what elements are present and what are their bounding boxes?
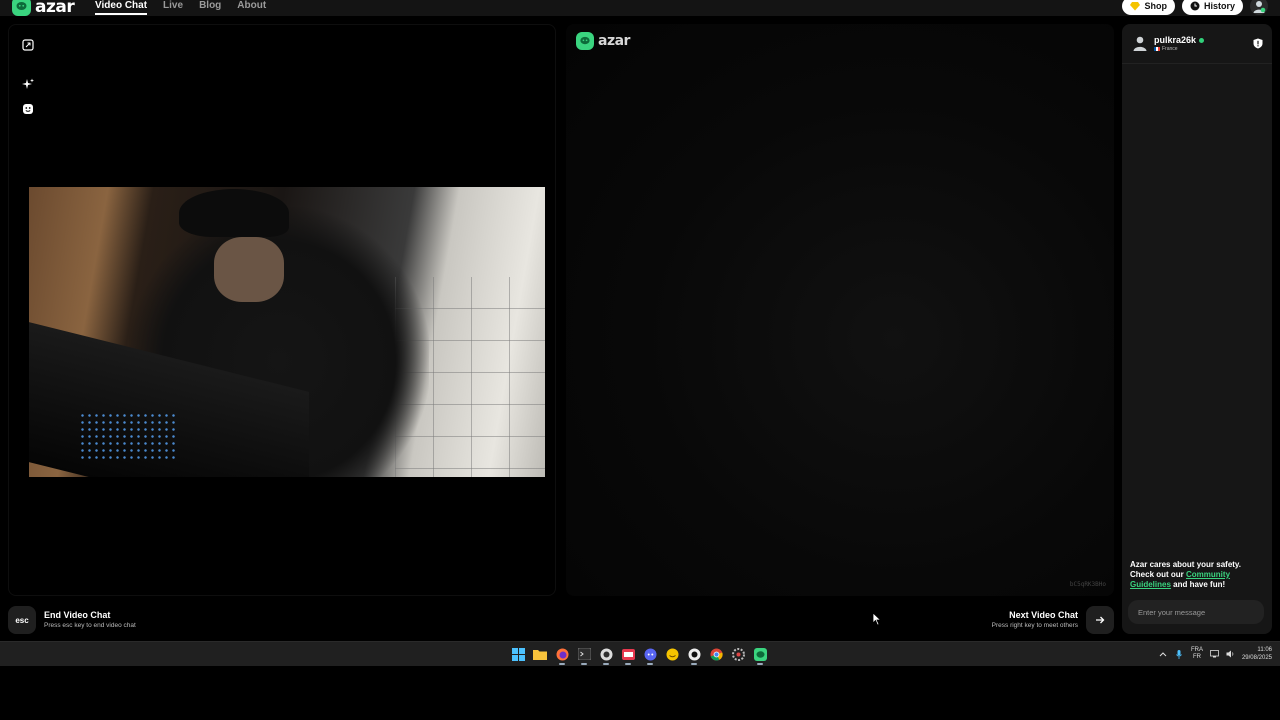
user-avatar-icon [1253,1,1266,13]
top-navigation-bar: azar Video Chat Live Blog About Shop His… [0,0,1280,16]
safety-notice-line3: and have fun! [1170,580,1226,589]
top-actions: Shop History [1122,0,1268,15]
language-code: FRA [1190,647,1203,653]
end-chat-hint: Press esc key to end video chat [44,622,136,629]
partner-avatar-icon[interactable] [1132,34,1148,52]
safety-notice: Azar cares about your safety. Check out … [1130,560,1266,590]
system-clock[interactable]: 11:06 29/08/2025 [1242,646,1272,662]
clock-icon [1190,1,1200,11]
chrome-icon[interactable] [709,647,723,661]
next-chat-hint: Press right key to meet others [991,622,1078,629]
safety-notice-line1: Azar cares about your safety. [1130,560,1242,569]
next-chat-title: Next Video Chat [1009,610,1078,620]
fullscreen-icon[interactable] [21,38,35,52]
end-chat-info: End Video Chat Press esc key to end vide… [44,610,136,630]
camera-keyboard-lights [79,412,179,462]
chevron-up-icon[interactable] [1159,650,1168,659]
partner-video-panel: azar bC5qRK3BHo [566,24,1114,596]
streaming-app-icon[interactable] [687,647,701,665]
network-icon[interactable] [1210,650,1219,659]
clock-date: 29/08/2025 [1241,655,1272,661]
terminal-icon[interactable] [577,647,591,665]
partner-country-row: France [1154,46,1204,52]
firefox-icon[interactable] [555,647,569,665]
shop-button[interactable]: Shop [1122,0,1175,15]
obs-icon[interactable] [599,647,613,665]
taskbar-apps [511,647,767,665]
face-filter-icon[interactable] [21,102,35,116]
end-chat-title: End Video Chat [44,610,111,620]
azar-logo-icon [12,0,31,16]
nav-live[interactable]: Live [163,0,183,15]
effects-sparkle-icon[interactable] [21,77,35,91]
chat-header: pulkra26k France [1122,24,1272,64]
shop-label: Shop [1144,1,1167,11]
partner-info: pulkra26k France [1154,35,1205,52]
session-id: bC5qRK3BHo [1069,581,1106,588]
mouse-cursor-icon [872,612,882,626]
profile-avatar-button[interactable] [1250,0,1268,15]
nav-about[interactable]: About [237,0,266,15]
partner-video-logo: azar [576,32,630,50]
next-chat-info: Next Video Chat Press right key to meet … [992,610,1078,630]
camera-face [214,237,284,302]
nav-blog[interactable]: Blog [199,0,221,15]
windows-taskbar: FRA FR 11:06 29/08/2025 [0,641,1280,666]
history-button[interactable]: History [1181,0,1243,15]
next-chat-button[interactable] [1086,606,1114,634]
partner-name-row: pulkra26k [1154,35,1205,45]
history-label: History [1203,1,1235,11]
safety-notice-line2: Check out our [1130,570,1187,579]
nav-video-chat[interactable]: Video Chat [95,0,148,15]
report-shield-icon[interactable] [1252,37,1264,49]
main-nav: Video Chat Live Blog About [95,0,266,15]
self-camera-feed [29,187,545,477]
azar-logo[interactable]: azar [12,0,75,17]
france-flag-icon [1154,47,1160,51]
gem-icon [1130,1,1141,11]
chat-message-input[interactable] [1128,600,1264,624]
partner-username: pulkra26k [1154,35,1197,45]
settings-gear-icon[interactable] [731,647,745,661]
camera-cap [179,189,289,237]
emoji-app-icon[interactable] [665,647,679,661]
windows-start-icon[interactable] [511,647,525,661]
file-explorer-icon[interactable] [533,647,547,661]
my-video-panel [8,24,556,596]
volume-icon[interactable] [1226,650,1235,659]
online-status-dot [1199,37,1205,43]
partner-logo-text: azar [598,33,630,49]
end-chat-button[interactable]: esc [8,606,36,634]
recorder-app-icon[interactable] [621,647,635,665]
azar-taskbar-icon[interactable] [753,647,767,665]
clock-time: 11:06 [1257,647,1272,653]
discord-icon[interactable] [643,647,657,665]
system-tray: FRA FR 11:06 29/08/2025 [1159,646,1272,662]
azar-watermark-icon [576,32,594,50]
partner-country: France [1162,46,1178,52]
input-language-indicator[interactable]: FRA FR [1191,647,1203,661]
microphone-icon[interactable] [1175,649,1184,659]
chat-sidebar: pulkra26k France Azar cares about your s… [1122,24,1272,634]
keyboard-layout: FR [1192,654,1201,660]
azar-logo-text: azar [35,0,75,17]
arrow-right-icon [1096,616,1105,624]
